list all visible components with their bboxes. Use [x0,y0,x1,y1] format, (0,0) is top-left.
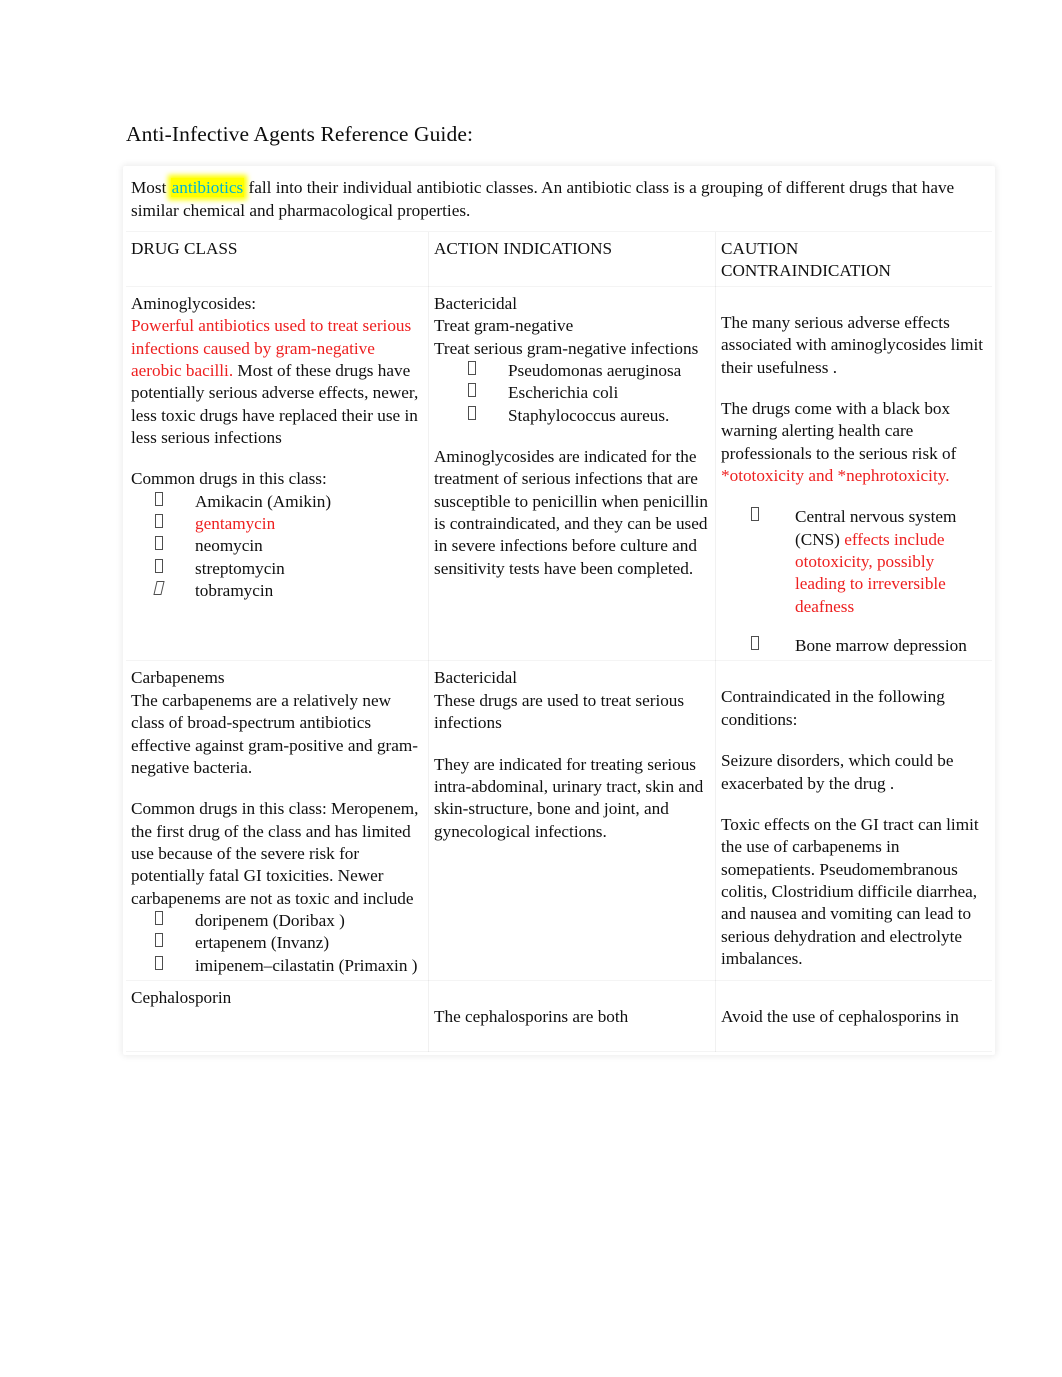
drug-name: gentamycin [195,514,276,534]
intro-paragraph-cell: Most antibiotics fall into their individ… [126,169,992,232]
intro-paragraph: Most antibiotics fall into their individ… [131,177,985,222]
reference-table-wrapper: Most antibiotics fall into their individ… [126,169,992,1052]
cell-carbapenems-caution: Contraindicated in the following conditi… [716,661,992,981]
cell-aminoglycosides-action-indications: Bactericidal Treat gram-negative Treat s… [429,287,716,662]
drug-name: imipenem–cilastatin (Primaxin ) [195,955,418,975]
cell-cephalosporin-drug-class: Cephalosporin [126,981,429,1051]
cell-carbapenems-drug-class: Carbapenems The carbapenems are a relati… [126,661,429,981]
drug-name: doripenem (Doribax ) [195,911,345,931]
column-header-caution-contraindication: CAUTION CONTRAINDICATION [716,232,992,287]
cell-carbapenems-action-indications: Bactericidal These drugs are used to tre… [429,661,716,981]
list-item: Escherichia coli [468,382,709,404]
action-line-1: The cephalosporins are both [434,1007,629,1027]
caution-paragraph-1: Avoid the use of cephalosporins in [721,1007,959,1027]
bullet-box-italic-icon [153,581,165,596]
organism-name: Escherichia coli [508,383,619,403]
bullet-box-icon [155,933,163,948]
caution-paragraph-2-black: The drugs come with a black box warning … [721,398,957,463]
list-item: ertapenem (Invanz) [155,932,422,954]
action-line-2: These drugs are used to treat serious in… [434,690,685,733]
list-item: imipenem–cilastatin (Primaxin ) [155,955,422,977]
organisms-list: Pseudomonas aeruginosa Escherichia coli … [434,360,709,427]
drug-name: Amikacin (Amikin) [195,491,332,511]
cell-aminoglycosides-caution: The many serious adverse effects associa… [716,287,992,662]
caution-paragraph-2: Seizure disorders, which could be exacer… [721,751,954,793]
list-item: doripenem (Doribax ) [155,910,422,932]
bullet-box-icon [155,536,163,551]
common-drugs-list: doripenem (Doribax ) ertapenem (Invanz) … [131,910,422,977]
anti-infective-reference-table: Most antibiotics fall into their individ… [126,169,992,1052]
bullet-box-icon [155,558,163,573]
drug-class-paragraph-2: Common drugs in this class: Meropenem, t… [131,799,419,908]
table-row-cephalosporin: Cephalosporin The cephalosporins are bot… [126,981,992,1051]
drug-class-heading: Carbapenems [131,668,225,688]
cell-cephalosporin-action-indications: The cephalosporins are both [429,981,716,1051]
column-header-action-indications: ACTION INDICATIONS [429,232,716,287]
table-row-intro: Most antibiotics fall into their individ… [126,169,992,232]
bullet-box-icon [751,507,759,522]
bullet-box-icon [468,383,476,398]
intro-text-before: Most [131,178,171,198]
caution-paragraph-3: Toxic effects on the GI tract can limit … [721,814,979,969]
bullet-box-icon [155,514,163,529]
drug-class-paragraph-1: The carbapenems are a relatively new cla… [131,690,418,777]
list-item: streptomycin [155,558,422,580]
action-line-2: Treat gram-negative [434,316,574,336]
bullet-box-icon [155,911,163,926]
action-paragraph: Aminoglycosides are indicated for the tr… [434,446,708,578]
bullet-box-icon [468,405,476,420]
caution-paragraph-1: The many serious adverse effects associa… [721,312,984,377]
document-page: Anti-Infective Agents Reference Guide: M… [0,0,1062,1377]
drug-name: streptomycin [195,558,285,578]
cell-aminoglycosides-drug-class: Aminoglycosides: Powerful antibiotics us… [126,287,429,662]
action-line-1: Bactericidal [434,668,518,688]
bullet-box-icon [155,955,163,970]
bullet-box-icon [155,491,163,506]
organism-name: Pseudomonas aeruginosa [508,360,682,380]
list-item: Amikacin (Amikin) [155,491,422,513]
drug-class-heading: Aminoglycosides: [131,293,257,313]
action-paragraph: They are indicated for treating serious … [434,754,704,841]
action-line-1: Bactericidal [434,293,518,313]
column-header-drug-class: DRUG CLASS [126,232,429,287]
list-item: neomycin [155,535,422,557]
caution-paragraph-2: The drugs come with a black box warning … [721,398,985,487]
list-item: Central nervous system (CNS) effects inc… [751,506,985,618]
list-item: Pseudomonas aeruginosa [468,360,709,382]
drug-class-heading: Cephalosporin [131,988,232,1008]
highlighted-term: antibiotics [170,178,245,198]
list-item: gentamycin [155,513,422,535]
cell-cephalosporin-caution: Avoid the use of cephalosporins in [716,981,992,1051]
caution-paragraph-1: Contraindicated in the following conditi… [721,687,945,729]
bullet-box-icon [468,360,476,375]
list-item: Staphylococcus aureus. [468,405,709,427]
table-header-row: DRUG CLASS ACTION INDICATIONS CAUTION CO… [126,232,992,287]
header-label-action-indications: ACTION INDICATIONS [434,239,613,259]
caution-bullets-list: Central nervous system (CNS) effects inc… [721,506,985,657]
caution-paragraph-2-red: *ototoxicity and *nephrotoxicity. [721,465,950,485]
bullet-box-icon [751,636,759,651]
drug-class-description: Powerful antibiotics used to treat serio… [131,315,422,449]
organism-name: Staphylococcus aureus. [508,405,670,425]
intro-text-after: fall into their individual antibiotic cl… [131,178,955,220]
page-title: Anti-Infective Agents Reference Guide: [126,122,474,146]
header-label-drug-class: DRUG CLASS [131,239,238,259]
drug-name: ertapenem (Invanz) [195,933,330,953]
drug-name: tobramycin [195,581,274,601]
list-item: Bone marrow depression [751,635,985,657]
table-row-carbapenems: Carbapenems The carbapenems are a relati… [126,661,992,981]
header-label-caution: CAUTION [721,239,799,259]
table-row-aminoglycosides: Aminoglycosides: Powerful antibiotics us… [126,287,992,662]
list-item: tobramycin [153,580,422,602]
header-label-contraindication: CONTRAINDICATION [721,261,891,281]
document-body: Anti-Infective Agents Reference Guide: M… [126,122,992,1052]
common-drugs-list: Amikacin (Amikin) gentamycin neomycin st… [131,491,422,603]
common-drugs-label: Common drugs in this class: [131,469,327,489]
caution-bullet-black: Bone marrow depression [795,636,967,656]
action-line-3: Treat serious gram-negative infections [434,338,699,358]
drug-name: neomycin [195,536,263,556]
